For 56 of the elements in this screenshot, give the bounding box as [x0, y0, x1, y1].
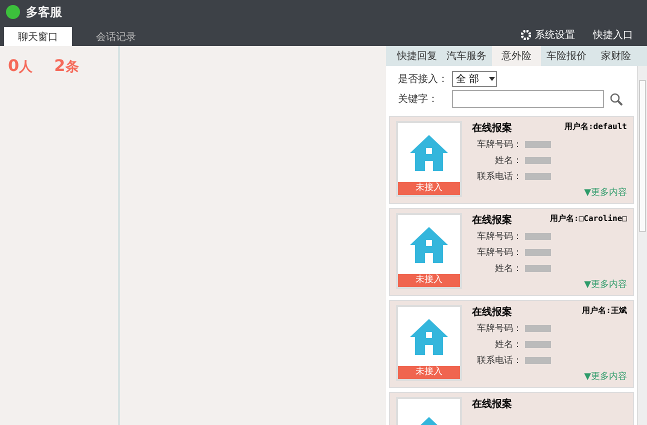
masked-value [525, 157, 551, 164]
status-label: 未接入 [398, 182, 460, 195]
search-icon[interactable] [610, 92, 623, 106]
masked-value [525, 141, 551, 148]
field-label: 联系电话： [476, 170, 522, 183]
field-label: 联系电话： [476, 354, 522, 367]
house-icon [408, 224, 450, 264]
tab[interactable]: 会话记录 [82, 27, 150, 46]
tab[interactable]: 意外险 [492, 46, 542, 66]
field-label: 车牌号码： [476, 138, 522, 151]
stat-count: 2条 [54, 56, 78, 76]
masked-value [525, 249, 551, 256]
tab[interactable]: 汽车服务 [442, 46, 492, 66]
status-label: 未接入 [398, 366, 460, 379]
field-label: 姓名： [494, 262, 522, 275]
house-icon [408, 132, 450, 172]
masked-value [525, 325, 551, 332]
field-label: 车牌号码： [476, 230, 522, 243]
scrollbar[interactable] [637, 66, 647, 425]
house-icon [408, 316, 450, 356]
username-text: 用户名:□Caroline□ [550, 213, 627, 225]
tab[interactable]: 车险报价 [541, 46, 592, 66]
field-label: 姓名： [494, 338, 522, 351]
stat-count: 0人 [8, 56, 32, 76]
card-title: 在线报案 [472, 305, 512, 319]
case-card[interactable]: 未接入 在线报案 用户名:default 车牌号码： 姓名： 联系电话： ▼更多内容 [389, 116, 634, 204]
window-title: 多客服 [26, 4, 62, 20]
quick-entry-button[interactable]: 快捷入口 [593, 28, 633, 42]
tab[interactable]: 家财险 [591, 46, 641, 66]
masked-value [525, 341, 551, 348]
field-label: 关键字： [398, 92, 439, 106]
field-label: 姓名： [494, 154, 522, 167]
case-card[interactable]: 在线报案 [389, 392, 634, 425]
settings-button[interactable]: 系统设置 [521, 28, 575, 42]
keyword-field[interactable] [452, 90, 604, 108]
access-dropdown[interactable]: 全 部 [452, 71, 497, 87]
username-text: 用户名:default [564, 121, 627, 133]
masked-value [525, 233, 551, 240]
card-title: 在线报案 [472, 121, 512, 135]
status-label: 未接入 [398, 274, 460, 287]
app-logo-icon [6, 5, 20, 19]
username-text: 用户名:王斌 [582, 305, 627, 317]
settings-icon [521, 30, 531, 40]
field-label: 车牌号码： [476, 246, 522, 259]
masked-value [525, 357, 551, 364]
field-label: 是否接入： [398, 72, 448, 86]
masked-value [525, 265, 551, 272]
caret-icon [488, 75, 496, 83]
card-title: 在线报案 [472, 397, 512, 411]
case-card[interactable]: 未接入 在线报案 用户名:□Caroline□ 车牌号码： 车牌号码： 姓名： ▼更多内容 [389, 208, 634, 296]
card-title: 在线报案 [472, 213, 512, 227]
field-label: 车牌号码： [476, 322, 522, 335]
tab[interactable]: 聊天窗口 [4, 27, 72, 46]
tab[interactable]: 快捷回复 [392, 46, 442, 66]
masked-value [525, 173, 551, 180]
case-card[interactable]: 未接入 在线报案 用户名:王斌 车牌号码： 姓名： 联系电话： ▼更多内容 [389, 300, 634, 388]
